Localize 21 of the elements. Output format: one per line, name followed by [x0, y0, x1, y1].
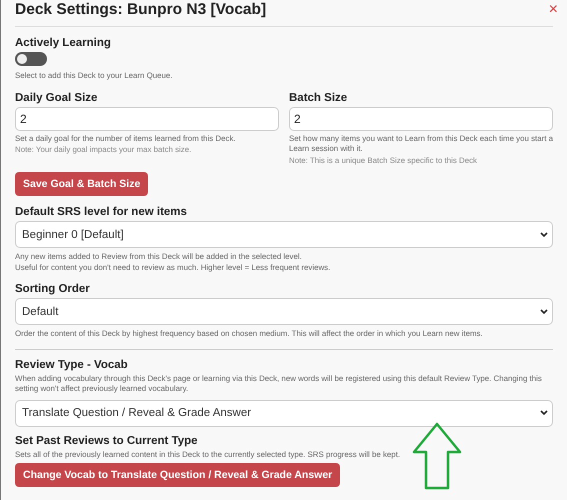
field-label: Actively Learning — [15, 37, 112, 49]
change-type-button[interactable]: Change Vocab to Translate Question / Reveal & Grade Answer — [15, 463, 340, 487]
input-field[interactable]: 2 — [15, 106, 279, 130]
dropdown-select[interactable]: Default — [15, 298, 553, 325]
caret-icon — [540, 410, 548, 416]
save-button[interactable]: Save Goal & Batch Size — [15, 172, 148, 196]
dropdown-select[interactable]: Translate Question / Reveal & Grade Answer — [15, 400, 553, 426]
field-label: Daily Goal Size — [15, 92, 98, 104]
up-arrow-icon — [411, 422, 463, 490]
dropdown-select[interactable]: Beginner 0 [Default] — [15, 221, 553, 248]
caret-icon — [540, 308, 548, 314]
field-label: Review Type - Vocab — [15, 358, 129, 370]
input-field[interactable]: 2 — [289, 106, 553, 130]
field-label: Batch Size — [289, 92, 348, 104]
field-label: Default SRS level for new items — [15, 206, 188, 218]
close-button[interactable]: × — [548, 1, 558, 19]
field-label: Set Past Reviews to Current Type — [15, 434, 199, 446]
caret-icon — [540, 232, 548, 238]
field-label: Sorting Order — [15, 283, 91, 295]
toggle-switch[interactable] — [15, 52, 47, 66]
dialog-title: Deck Settings: Bunpro N3 [Vocab] — [15, 1, 266, 19]
